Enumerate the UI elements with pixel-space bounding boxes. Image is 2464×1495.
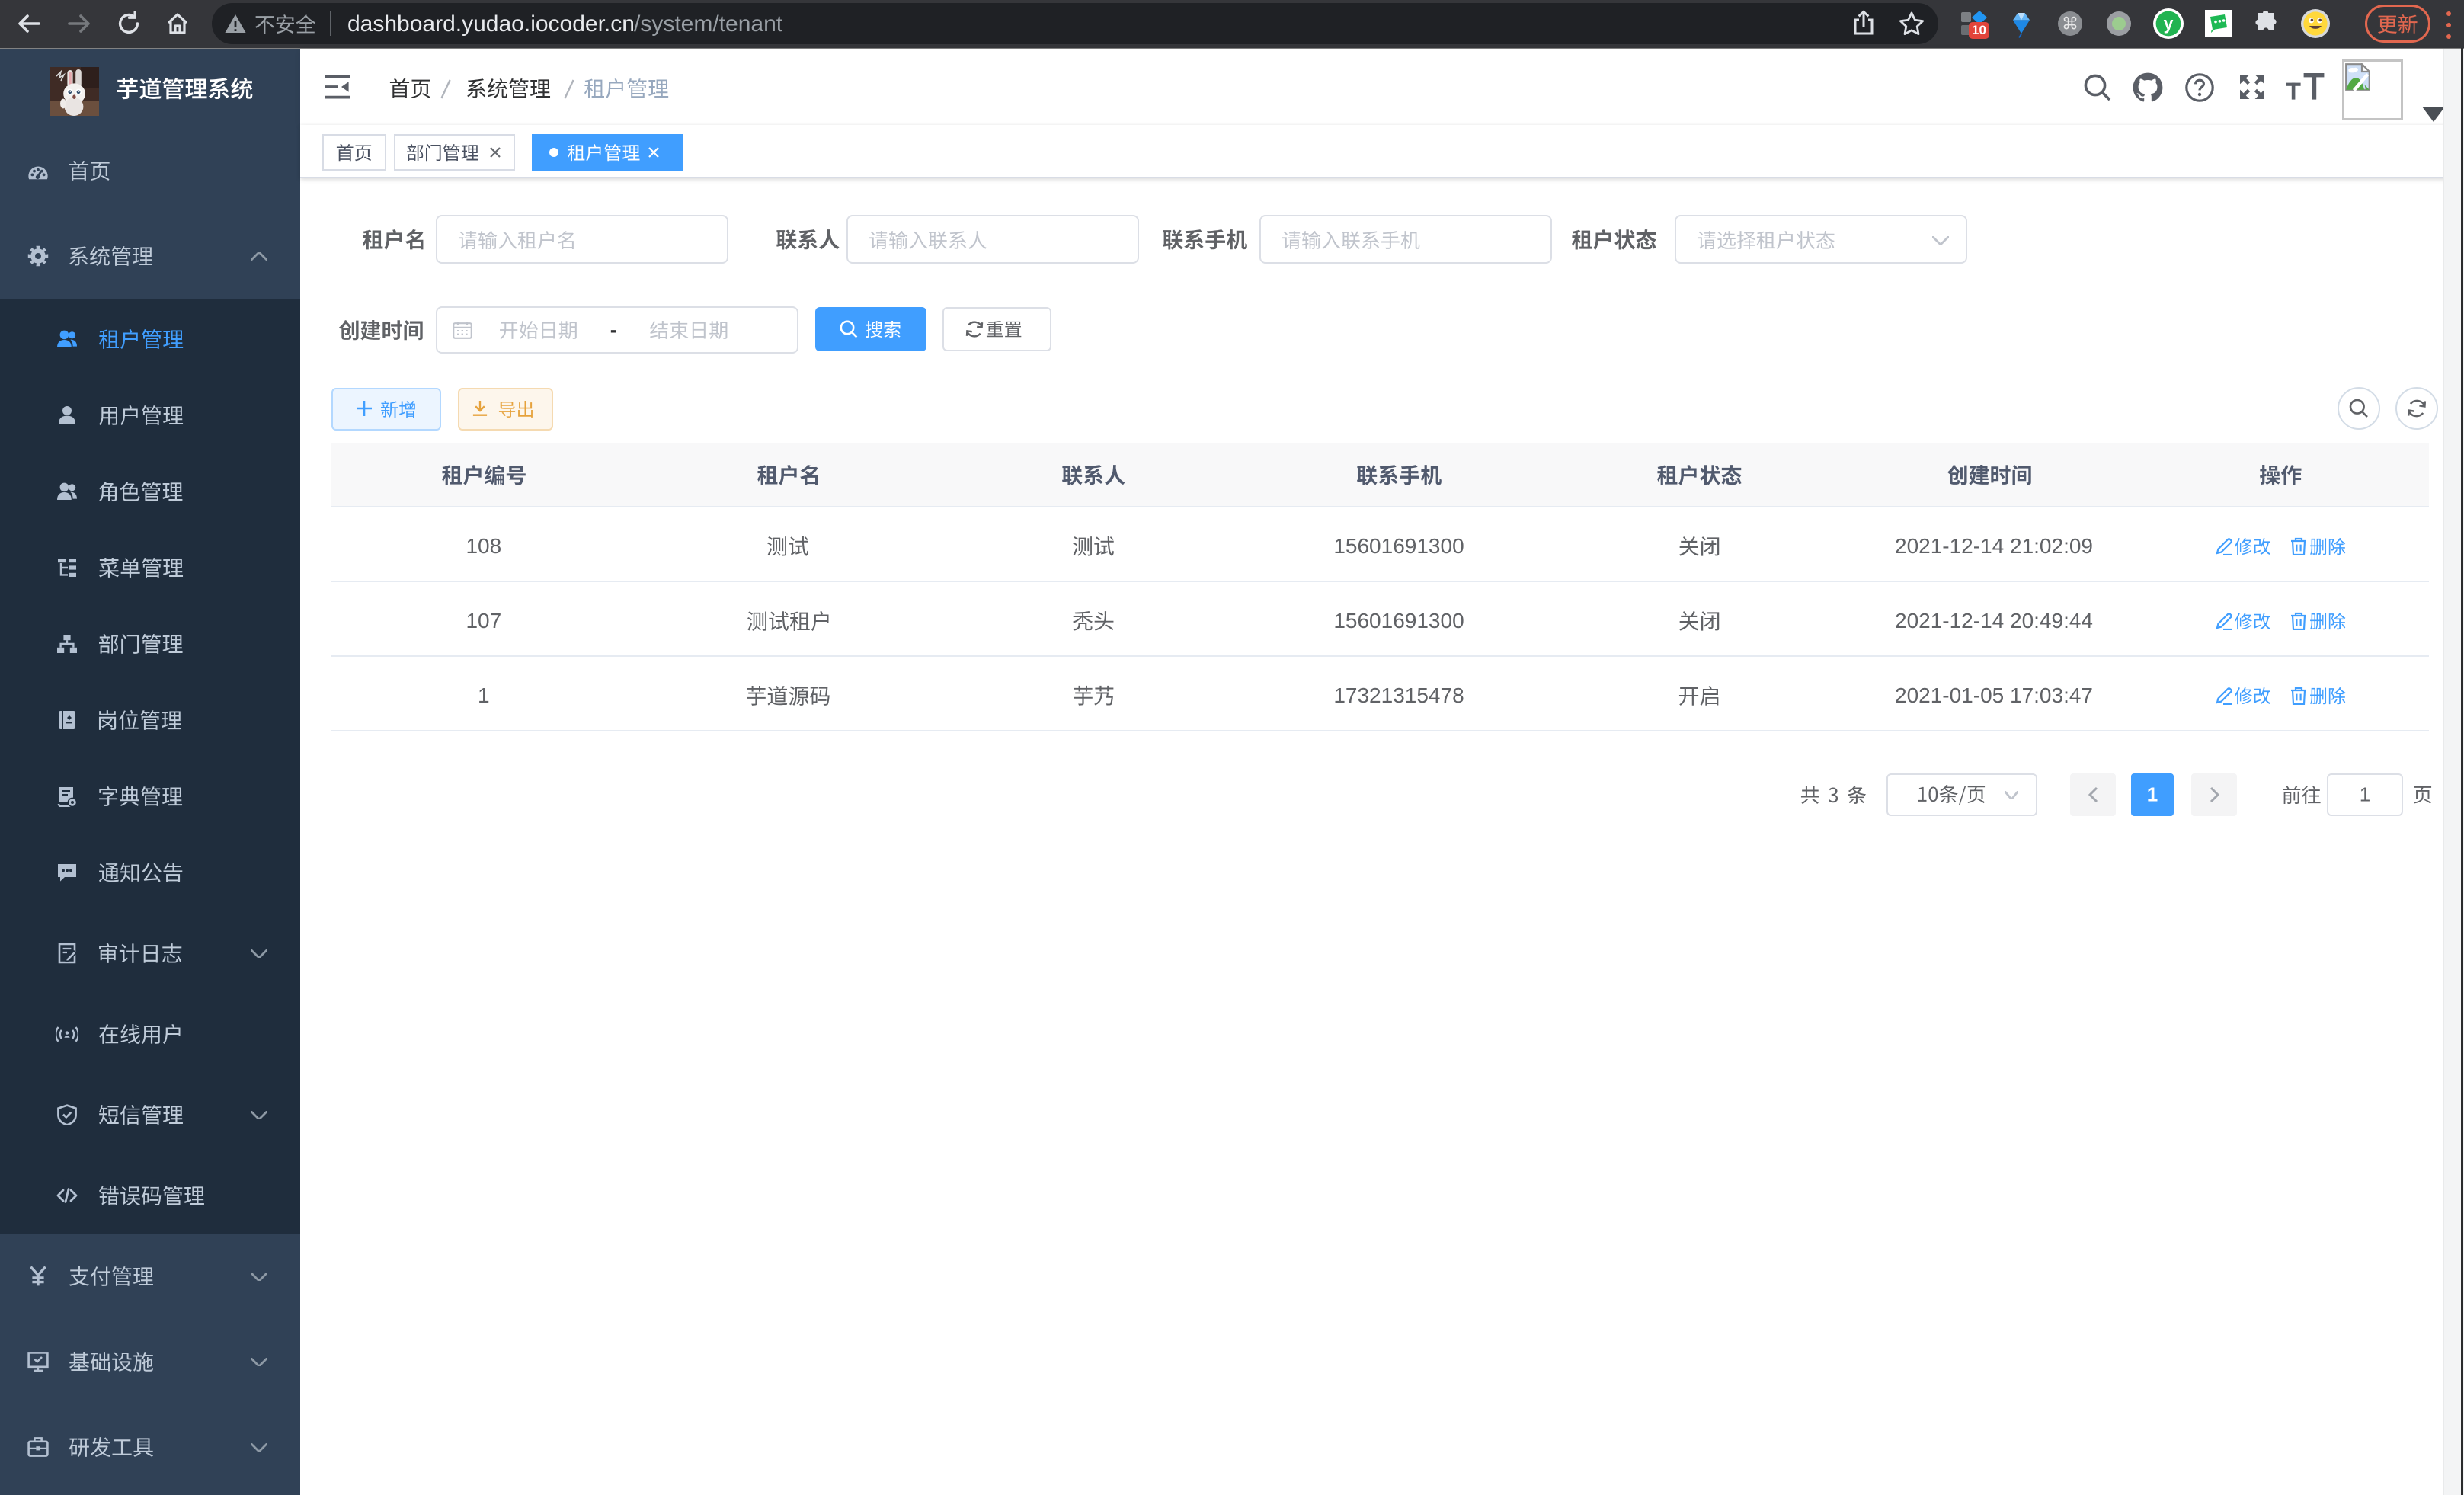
svg-text:y: y: [2164, 14, 2174, 34]
svg-text:⌘: ⌘: [2062, 14, 2078, 33]
